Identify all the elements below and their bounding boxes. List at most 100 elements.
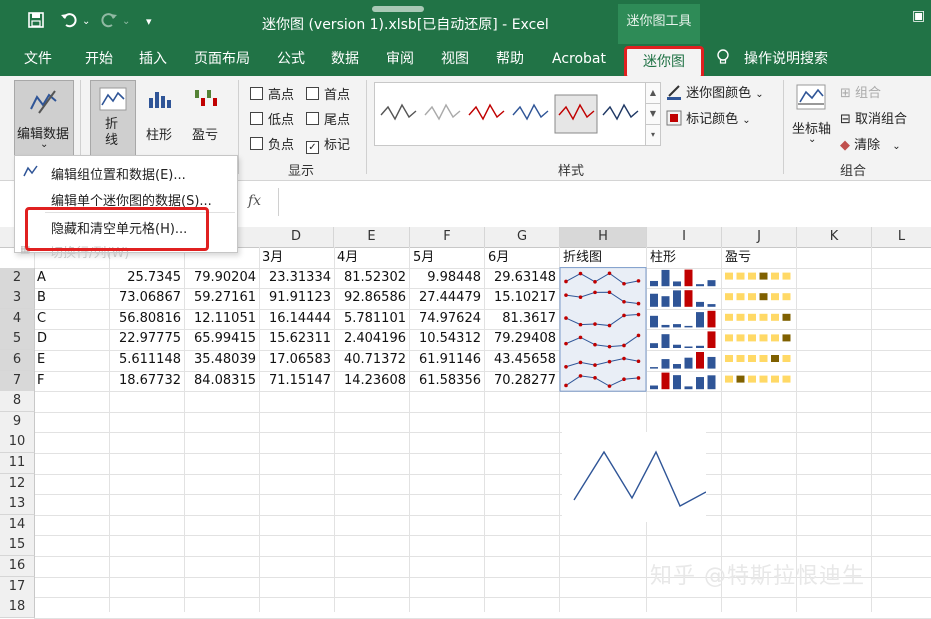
column-sparkline-icon xyxy=(149,92,171,108)
column-sparkline-bar xyxy=(707,280,716,287)
winloss-sparkline-block xyxy=(771,355,779,362)
sparkline-type-line-button[interactable]: 折 线 xyxy=(90,80,136,156)
column-sparkline-bar xyxy=(661,269,670,287)
row-header-4[interactable]: 4 xyxy=(0,308,35,330)
last-point-checkbox[interactable]: 尾点 xyxy=(306,109,350,128)
tab-acrobat[interactable]: Acrobat xyxy=(552,44,606,76)
ungroup-button[interactable]: ⊟ 取消组合 xyxy=(840,108,907,127)
winloss-sparkline-block xyxy=(725,375,733,383)
column-sparkline-bar xyxy=(661,372,670,390)
column-sparkline-bar xyxy=(707,310,716,328)
axis-icon xyxy=(796,84,826,110)
winloss-sparkline-block xyxy=(725,334,733,342)
undo-dropdown-icon[interactable]: ⌄ xyxy=(82,16,90,27)
save-icon[interactable] xyxy=(28,12,44,32)
row-header-13[interactable]: 13 xyxy=(0,494,35,516)
column-sparkline-bar xyxy=(684,386,693,390)
formula-input[interactable] xyxy=(278,188,931,216)
window-title: 迷你图 (version 1).xlsb[已自动还原] - Excel xyxy=(262,17,549,33)
show-group-label: 显示 xyxy=(288,164,315,179)
negative-point-checkbox[interactable]: 负点 xyxy=(250,134,294,153)
sparkline-marker xyxy=(593,376,597,380)
column-sparkline-bar xyxy=(707,356,716,369)
row-header-15[interactable]: 15 xyxy=(0,535,35,557)
column-sparkline-bar xyxy=(684,357,693,369)
worksheet-grid[interactable]: D E F G H I J K L 3月 4月 5月 6月 折线图 柱形 盈亏 … xyxy=(0,227,931,619)
row-header-9[interactable]: 9 xyxy=(0,411,35,433)
title-bar: ⌄ ⌄ ▾ 迷你图 (version 1).xlsb[已自动还原] - Exce… xyxy=(0,0,931,44)
column-sparkline-bar xyxy=(707,331,716,348)
row-header-10[interactable]: 10 xyxy=(0,432,35,454)
sparkline-marker xyxy=(564,341,568,346)
ribbon-tabs: 文件 开始 插入 页面布局 公式 数据 审阅 视图 帮助 Acrobat 操作说… xyxy=(0,44,931,76)
row-header-2[interactable]: 2 xyxy=(0,267,35,289)
winloss-sparkline-block xyxy=(771,313,779,321)
first-point-checkbox[interactable]: 首点 xyxy=(306,84,350,103)
column-sparkline-bar xyxy=(650,280,658,287)
edit-data-button[interactable]: 编辑数据 ⌄ xyxy=(14,80,74,156)
sparkline-marker xyxy=(607,384,612,388)
tab-help[interactable]: 帮助 xyxy=(496,44,524,76)
sparkline-type-winloss-button[interactable]: 盈亏 xyxy=(188,80,226,143)
winloss-sparkline-block xyxy=(782,293,791,301)
lightbulb-icon[interactable] xyxy=(716,44,730,76)
winloss-sparkline-block xyxy=(782,375,791,383)
row-header-16[interactable]: 16 xyxy=(0,556,35,577)
clear-button[interactable]: ◆ 清除 ⌄ xyxy=(840,134,901,153)
column-sparkline-bar xyxy=(673,364,681,369)
window-drag-handle[interactable] xyxy=(372,6,424,12)
gallery-scroll-down-icon[interactable]: ▼ xyxy=(645,103,661,125)
menu-item-edit-group-location[interactable]: 编辑组位置和数据(E)... xyxy=(51,164,186,183)
low-point-checkbox[interactable]: 低点 xyxy=(250,109,294,128)
function-icon[interactable]: fx xyxy=(248,193,261,209)
sparkline-color-button[interactable]: 迷你图颜色 ⌄ xyxy=(666,82,764,101)
row-header-5[interactable]: 5 xyxy=(0,329,35,351)
style-gallery[interactable] xyxy=(374,82,646,146)
winloss-sparkline-block xyxy=(782,334,791,342)
column-sparkline-bar xyxy=(673,290,681,307)
column-sparkline-bar xyxy=(707,375,716,390)
row-header-3[interactable]: 3 xyxy=(0,288,35,310)
marker-color-button[interactable]: 标记颜色 ⌄ xyxy=(666,108,751,127)
sparkline-marker xyxy=(636,312,641,317)
tab-insert[interactable]: 插入 xyxy=(139,44,167,76)
gallery-more-icon[interactable]: ▾ xyxy=(645,124,661,146)
column-sparkline-bar xyxy=(650,385,658,390)
row-header-18[interactable]: 18 xyxy=(0,597,35,619)
column-label: 柱形 xyxy=(146,128,173,143)
group-icon: ⊞ xyxy=(840,86,851,101)
axis-button[interactable]: 坐标轴 ⌄ xyxy=(790,82,834,154)
markers-checkbox[interactable]: ✓ 标记 xyxy=(306,134,350,154)
row-header-11[interactable]: 11 xyxy=(0,453,35,474)
column-sparkline-bar xyxy=(684,290,693,307)
column-sparkline-bar xyxy=(661,296,670,307)
tab-data[interactable]: 数据 xyxy=(331,44,359,76)
row-header-7[interactable]: 7 xyxy=(0,370,35,392)
sparkline-tools-context-label: 迷你图工具 xyxy=(618,4,700,44)
row-header-6[interactable]: 6 xyxy=(0,350,35,371)
tab-page-layout[interactable]: 页面布局 xyxy=(194,44,250,76)
tab-review[interactable]: 审阅 xyxy=(386,44,414,76)
pen-color-icon xyxy=(667,85,681,100)
sparkline-type-column-button[interactable]: 柱形 xyxy=(142,80,180,143)
row-header-17[interactable]: 17 xyxy=(0,576,35,598)
row-header-12[interactable]: 12 xyxy=(0,473,35,495)
row-header-14[interactable]: 14 xyxy=(0,514,35,536)
gallery-scroll-up-icon[interactable]: ▲ xyxy=(645,82,661,104)
tab-formulas[interactable]: 公式 xyxy=(277,44,305,76)
row-header-8[interactable]: 8 xyxy=(0,391,35,413)
sparkline-marker xyxy=(636,376,641,380)
high-point-checkbox[interactable]: 高点 xyxy=(250,84,294,103)
tab-view[interactable]: 视图 xyxy=(441,44,469,76)
winloss-sparkline-block xyxy=(771,375,779,383)
tell-me-search[interactable]: 操作说明搜索 xyxy=(744,44,828,76)
floating-line-chart[interactable] xyxy=(562,432,707,522)
undo-icon[interactable] xyxy=(60,12,78,32)
customize-toolbar-icon[interactable]: ▾ xyxy=(146,15,152,28)
winloss-sparkline-block xyxy=(782,313,791,321)
tab-file[interactable]: 文件 xyxy=(24,44,52,76)
tab-home[interactable]: 开始 xyxy=(85,44,113,76)
tab-sparkline[interactable]: 迷你图 xyxy=(624,46,704,79)
sparkline-marker xyxy=(593,363,597,367)
ribbon-display-icon[interactable]: ▣ xyxy=(912,8,925,24)
